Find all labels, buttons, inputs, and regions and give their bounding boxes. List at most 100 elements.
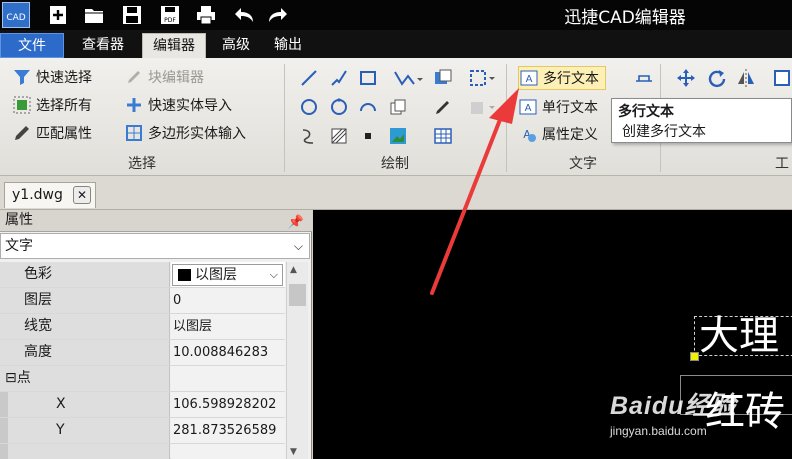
close-tab-icon[interactable]: ✕ (73, 186, 91, 204)
pin-icon[interactable]: 📌 (288, 212, 304, 233)
mtext-button[interactable]: A 多行文本 (518, 66, 606, 90)
polyline-tool-icon[interactable] (390, 66, 426, 90)
color-select[interactable]: 以图层 ⌵ (172, 264, 283, 286)
select-group-label: 选择 (128, 156, 156, 172)
document-tab-label: y1.dwg (12, 187, 63, 203)
polygon-entity-input-button[interactable]: 多边形实体输入 (124, 121, 246, 145)
pen-tool-icon[interactable] (431, 95, 455, 119)
document-tab[interactable]: y1.dwg ✕ (4, 182, 96, 208)
property-name: 色彩 (0, 262, 170, 287)
property-row-color[interactable]: 色彩 以图层 ⌵ (0, 262, 285, 288)
svg-text:A: A (525, 103, 532, 114)
hatch-tool-icon[interactable] (327, 124, 351, 148)
select-all-label: 选择所有 (36, 98, 92, 114)
mtext-icon: A (519, 68, 539, 88)
move-icon[interactable] (674, 66, 698, 90)
print-icon[interactable] (192, 3, 220, 27)
watermark-brand: Baidu经验 (610, 392, 737, 420)
scroll-thumb[interactable] (289, 284, 306, 306)
insert-picture-icon[interactable] (386, 124, 410, 148)
text-style-icon[interactable] (632, 66, 656, 90)
document-tab-bar: y1.dwg ✕ (0, 176, 792, 210)
attribute-define-icon: A (518, 124, 538, 144)
table-tool-icon[interactable] (431, 124, 455, 148)
point-tool-icon[interactable] (356, 124, 380, 148)
line-tool-icon[interactable] (297, 66, 321, 90)
sketch-line-icon[interactable] (327, 66, 351, 90)
property-value[interactable]: 10.008846283 (171, 340, 285, 365)
tooltip-description: 创建多行文本 (622, 124, 706, 140)
property-row-y[interactable]: Y 281.873526589 (0, 418, 285, 444)
dimension-tool-icon[interactable] (466, 66, 498, 90)
quick-entity-import-button[interactable]: 快速实体导入 (124, 93, 232, 117)
circle-tool-icon[interactable] (297, 95, 321, 119)
spline-tool-icon[interactable] (297, 124, 321, 148)
tab-editor[interactable]: 编辑器 (142, 33, 206, 58)
attribute-define-button[interactable]: A 属性定义 (518, 122, 598, 146)
menu-bar: 文件 查看器 编辑器 高级 输出 (0, 30, 792, 58)
color-select-value: 以图层 (195, 267, 237, 283)
ellipse-tool-icon[interactable] (327, 95, 351, 119)
tab-advanced[interactable]: 高级 (214, 33, 258, 58)
property-name-empty (8, 444, 170, 459)
scale-icon[interactable] (770, 66, 792, 90)
polygon-grid-icon (124, 123, 144, 143)
property-row-x[interactable]: X 106.598928202 (0, 392, 285, 418)
entity-type-select[interactable]: 文字 ⌵ (0, 233, 310, 259)
property-value[interactable]: 106.598928202 (171, 392, 285, 417)
quick-select-button[interactable]: 快速选择 (12, 65, 92, 89)
color-swatch (178, 269, 191, 281)
property-name: 高度 (0, 340, 170, 365)
app-logo-text: CAD (6, 13, 26, 23)
select-all-icon (12, 95, 32, 115)
rectangle-tool-icon[interactable] (356, 66, 380, 90)
open-folder-icon[interactable] (80, 3, 108, 27)
new-file-icon[interactable] (44, 3, 72, 27)
property-value[interactable]: 281.873526589 (171, 418, 285, 443)
app-title: 迅捷CAD编辑器 (564, 8, 686, 28)
property-row-blank (0, 444, 285, 459)
mirror-icon[interactable] (734, 66, 758, 90)
scroll-down-icon[interactable]: ▼ (290, 447, 297, 457)
app-logo-icon[interactable]: CAD (2, 2, 30, 28)
match-properties-label: 匹配属性 (36, 126, 92, 142)
indent-gutter (0, 418, 8, 443)
copy-entity-icon[interactable] (386, 95, 410, 119)
indent-gutter (0, 392, 8, 417)
mtext-entity-1[interactable]: 大理 (699, 314, 779, 358)
property-value[interactable]: 以图层 (171, 314, 285, 339)
property-name: X (8, 392, 170, 417)
funnel-icon (12, 67, 32, 87)
insertion-grip[interactable] (690, 352, 699, 361)
property-row-point[interactable]: ⊟点 (0, 366, 285, 392)
indent-gutter (0, 444, 8, 459)
block-editor-icon (124, 67, 144, 87)
redo-icon[interactable] (264, 3, 292, 27)
collapse-icon[interactable]: ⊟ (5, 370, 17, 386)
rotate-icon[interactable] (705, 66, 729, 90)
text-group-label: 文字 (569, 156, 597, 172)
property-name: 点 (16, 370, 31, 386)
undo-icon[interactable] (230, 3, 258, 27)
scroll-up-icon[interactable]: ▲ (290, 265, 297, 275)
insert-image-icon[interactable] (431, 66, 455, 90)
save-icon[interactable] (118, 3, 146, 27)
tab-viewer[interactable]: 查看器 (72, 33, 134, 58)
property-value[interactable]: 0 (171, 288, 285, 313)
tab-file[interactable]: 文件 (0, 33, 64, 58)
property-row-lineweight[interactable]: 线宽 以图层 (0, 314, 285, 340)
plus-icon (124, 95, 144, 115)
property-scrollbar[interactable]: ▲ ▼ (286, 262, 308, 459)
property-row-height[interactable]: 高度 10.008846283 (0, 340, 285, 366)
quick-select-label: 快速选择 (36, 70, 92, 86)
block-editor-button[interactable]: 块编辑器 (124, 65, 204, 89)
select-all-button[interactable]: 选择所有 (12, 93, 92, 117)
tab-output[interactable]: 输出 (266, 33, 310, 58)
arc-tool-icon[interactable] (356, 95, 380, 119)
match-properties-button[interactable]: 匹配属性 (12, 121, 92, 145)
single-line-text-button[interactable]: A 单行文本 (518, 95, 598, 119)
polygon-entity-input-label: 多边形实体输入 (148, 126, 246, 142)
save-pdf-icon[interactable]: PDF (156, 3, 184, 27)
property-row-layer[interactable]: 图层 0 (0, 288, 285, 314)
property-value (171, 366, 285, 391)
